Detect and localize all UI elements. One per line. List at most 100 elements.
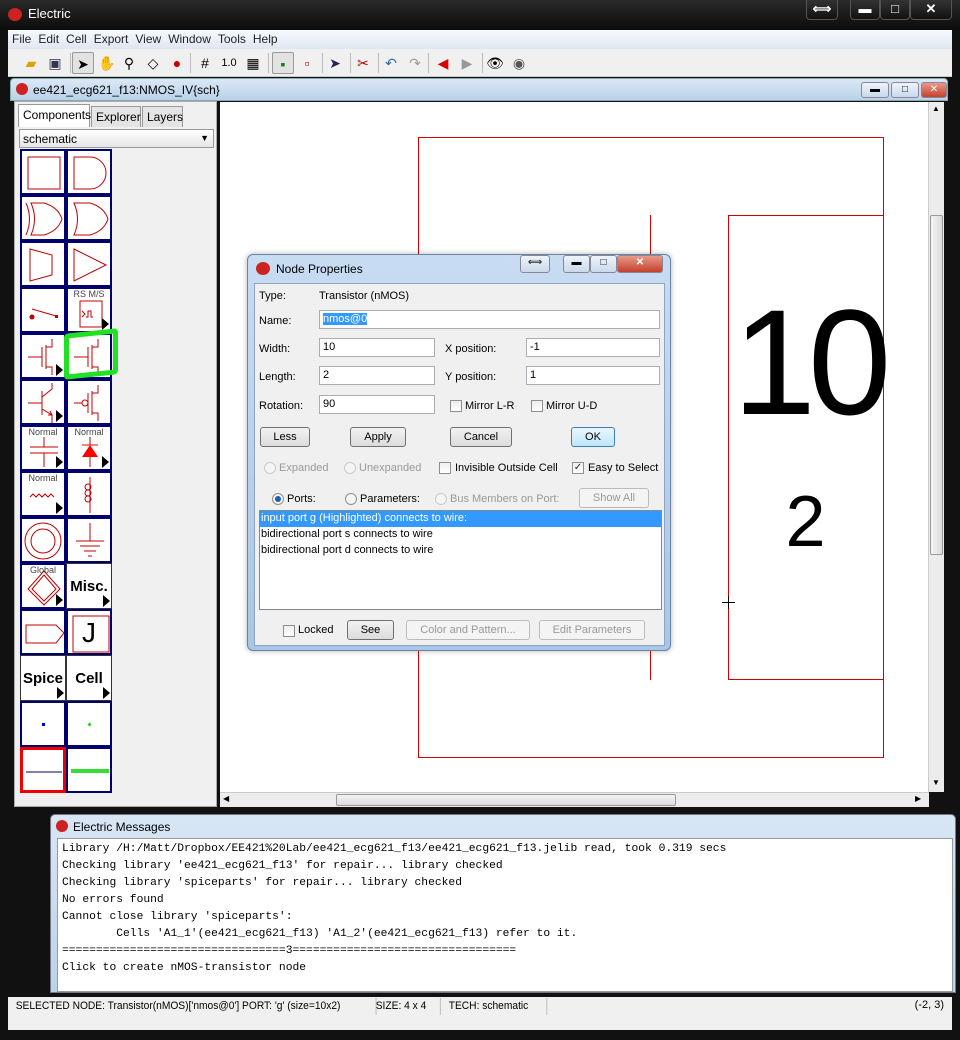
invisible-outside-checkbox[interactable] [439, 462, 451, 474]
full-mode-icon[interactable]: ▫ [296, 52, 318, 74]
ok-button[interactable]: OK [571, 427, 615, 447]
palette-buffer-box-icon[interactable] [20, 149, 66, 195]
messages-text[interactable]: Library /H:/Matt/Dropbox/EE421%20Lab/ee4… [57, 838, 953, 992]
outline-mode-icon[interactable]: ▪ [272, 52, 294, 74]
apply-button[interactable]: Apply [350, 427, 406, 447]
menu-view[interactable]: View [131, 30, 164, 46]
back-icon[interactable]: ◀ [432, 52, 454, 74]
see-button[interactable]: See [347, 620, 394, 640]
menu-help[interactable]: Help [249, 30, 281, 46]
ports-radio[interactable] [272, 493, 284, 505]
palette-triangle-buffer-icon[interactable] [66, 241, 112, 287]
zoom-icon[interactable]: ⚲ [118, 52, 140, 74]
scroll-down-icon[interactable]: ▼ [932, 778, 940, 787]
easy-select-checkbox[interactable]: ✓ [572, 462, 584, 474]
horizontal-scrollbar[interactable]: ◀ ▶ [220, 792, 929, 807]
palette-or-gate-icon[interactable] [66, 195, 112, 241]
width-field[interactable]: 10 [319, 338, 435, 357]
tab-layers[interactable]: Layers [142, 106, 183, 127]
mirror-lr-checkbox[interactable] [450, 400, 462, 412]
tab-components[interactable]: Components [18, 104, 91, 127]
palette-npn-transistor-icon[interactable] [20, 379, 66, 425]
palette-bus-pin-icon[interactable] [66, 701, 112, 747]
port-list-item[interactable]: input port g (Highlighted) connects to w… [260, 511, 661, 527]
palette-ground-icon[interactable] [66, 517, 112, 563]
grid-smaller-icon[interactable]: ▦ [242, 52, 264, 74]
palette-wire-icon[interactable] [20, 747, 66, 793]
palette-text-icon[interactable]: Misc. [66, 563, 112, 609]
edit-outline-icon[interactable]: ◇ [142, 52, 164, 74]
less-button[interactable]: Less [260, 427, 310, 447]
palette-text-icon[interactable]: Cell [66, 655, 112, 701]
palette-global-icon[interactable]: Global [20, 563, 66, 609]
palette-text-icon[interactable]: Spice [20, 655, 66, 701]
cell-minimize-button[interactable]: ▬ [861, 82, 889, 98]
dialog-close-button[interactable]: ✕ [617, 255, 663, 273]
x-position-field[interactable]: -1 [526, 338, 660, 357]
port-list[interactable]: input port g (Highlighted) connects to w… [259, 510, 662, 610]
grid-larger-icon[interactable]: # [194, 52, 216, 74]
edit-parameters-button[interactable]: Edit Parameters [539, 620, 645, 640]
close-button[interactable]: ✕ [910, 0, 952, 20]
palette-off-page-icon[interactable] [20, 609, 66, 655]
menu-window[interactable]: Window [164, 30, 214, 46]
show-all-button[interactable]: Show All [579, 488, 649, 508]
color-pattern-button[interactable]: Color and Pattern... [406, 620, 530, 640]
measure-icon[interactable]: ● [166, 52, 188, 74]
vertical-scroll-thumb[interactable] [930, 215, 943, 555]
rotation-field[interactable]: 90 [319, 395, 435, 414]
dialog-resize-button[interactable]: ⟺ [520, 255, 550, 273]
palette-pin-icon[interactable] [20, 701, 66, 747]
y-position-field[interactable]: 1 [526, 366, 660, 385]
expanded-radio[interactable] [264, 462, 276, 474]
tab-explorer[interactable]: Explorer [91, 106, 141, 127]
show-all-icon[interactable]: 👁 [484, 52, 506, 74]
scroll-up-icon[interactable]: ▲ [932, 104, 940, 113]
bus-members-radio[interactable] [435, 493, 447, 505]
maximize-button[interactable]: □ [880, 0, 910, 20]
undo-icon[interactable]: ↶ [380, 52, 402, 74]
length-field[interactable]: 2 [319, 366, 435, 385]
palette-flipflop-icon[interactable]: RS M/S [66, 287, 112, 333]
scroll-left-icon[interactable]: ◀ [223, 794, 229, 803]
parameters-radio[interactable] [345, 493, 357, 505]
tools-icon[interactable]: ✂ [352, 52, 374, 74]
dialog-minimize-button[interactable]: ▬ [563, 255, 590, 273]
palette-bus-icon[interactable] [66, 747, 112, 793]
palette-capacitor-icon[interactable]: Normal [20, 425, 66, 471]
resize-button[interactable]: ⟺ [806, 0, 838, 20]
port-list-item[interactable]: bidirectional port s connects to wire [260, 527, 661, 543]
palette-nmos-transistor-icon[interactable] [64, 328, 118, 380]
palette-mux-icon[interactable] [20, 241, 66, 287]
horizontal-scroll-thumb[interactable] [336, 794, 676, 806]
save-icon[interactable]: ▣ [44, 52, 66, 74]
palette-resistor-icon[interactable]: Normal [20, 471, 66, 517]
port-list-item[interactable]: bidirectional port d connects to wire [260, 543, 661, 559]
cancel-button[interactable]: Cancel [450, 427, 512, 447]
hide-icon[interactable]: ◉ [508, 52, 530, 74]
menu-edit[interactable]: Edit [34, 30, 62, 46]
select-arrow-icon[interactable]: ➤ [72, 52, 94, 74]
palette-xor-gate-icon[interactable] [20, 195, 66, 241]
palette-and-gate-icon[interactable] [66, 149, 112, 195]
forward-icon[interactable]: ▶ [456, 52, 478, 74]
menu-export[interactable]: Export [90, 30, 132, 46]
open-folder-icon[interactable]: ▰ [20, 52, 42, 74]
scroll-right-icon[interactable]: ▶ [915, 794, 921, 803]
locked-checkbox[interactable] [283, 625, 295, 637]
palette-diode-icon[interactable]: Normal [66, 425, 112, 471]
menu-cell[interactable]: Cell [62, 30, 90, 46]
palette-nmos-4port-icon[interactable] [20, 333, 66, 379]
cell-close-button[interactable]: ✕ [921, 82, 947, 98]
vertical-scrollbar[interactable]: ▲ ▼ [928, 102, 944, 792]
palette-inductor-icon[interactable] [66, 471, 112, 517]
pan-hand-icon[interactable]: ✋ [96, 52, 118, 74]
unexpanded-radio[interactable] [344, 462, 356, 474]
menu-file[interactable]: File [8, 30, 34, 46]
palette-letter-icon[interactable]: J [66, 609, 112, 655]
minimize-button[interactable]: ▬ [850, 0, 880, 20]
name-field[interactable]: nmos@0 [319, 310, 660, 329]
cell-maximize-button[interactable]: □ [891, 82, 919, 98]
technology-select[interactable]: schematic ▼ [19, 129, 214, 148]
redo-icon[interactable]: ↷ [404, 52, 426, 74]
